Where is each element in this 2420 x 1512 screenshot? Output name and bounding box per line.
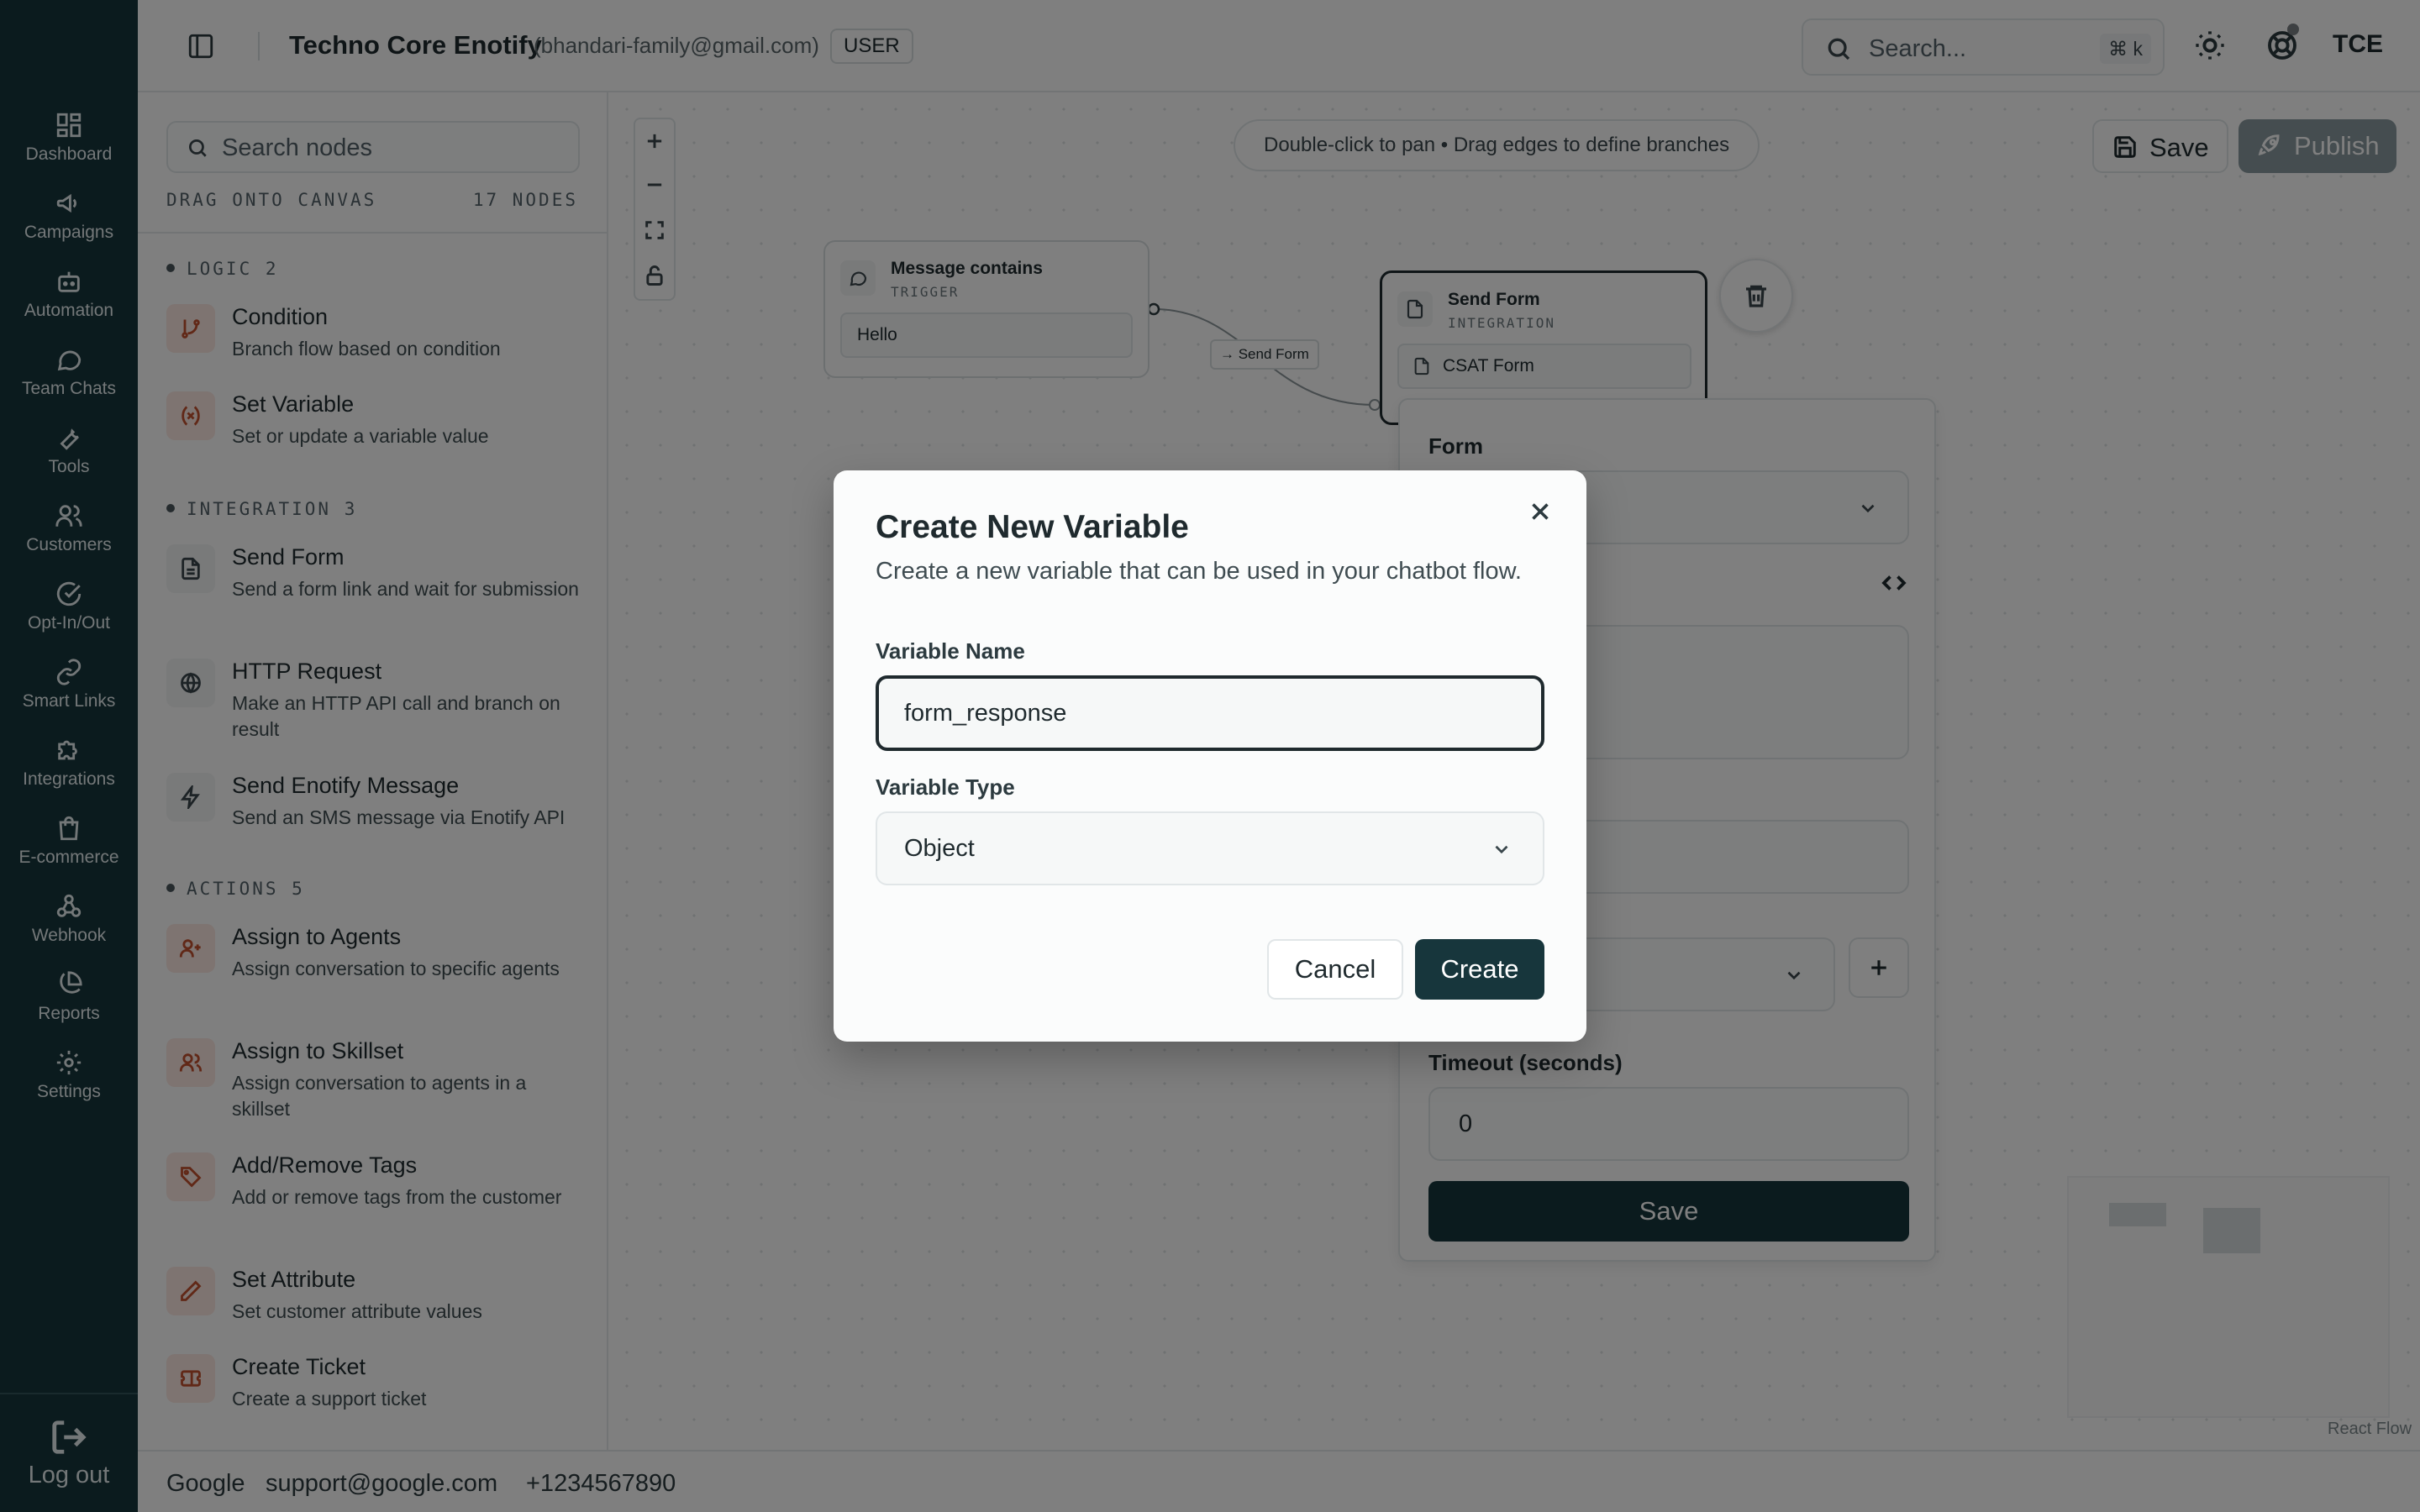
dialog-description: Create a new variable that can be used i… — [876, 558, 1522, 585]
cancel-button[interactable]: Cancel — [1267, 939, 1403, 1000]
variable-type-label: Variable Type — [876, 774, 1015, 800]
variable-type-value: Object — [904, 835, 975, 862]
close-icon — [1532, 503, 1549, 520]
variable-type-select[interactable]: Object — [876, 811, 1544, 885]
create-button[interactable]: Create — [1415, 939, 1544, 1000]
variable-name-label: Variable Name — [876, 638, 1025, 664]
chevron-down-icon — [1495, 845, 1508, 854]
close-button[interactable] — [1526, 497, 1555, 526]
dialog-title: Create New Variable — [876, 509, 1189, 545]
variable-name-input[interactable] — [876, 675, 1544, 751]
create-variable-dialog: Create New Variable Create a new variabl… — [834, 470, 1586, 1042]
